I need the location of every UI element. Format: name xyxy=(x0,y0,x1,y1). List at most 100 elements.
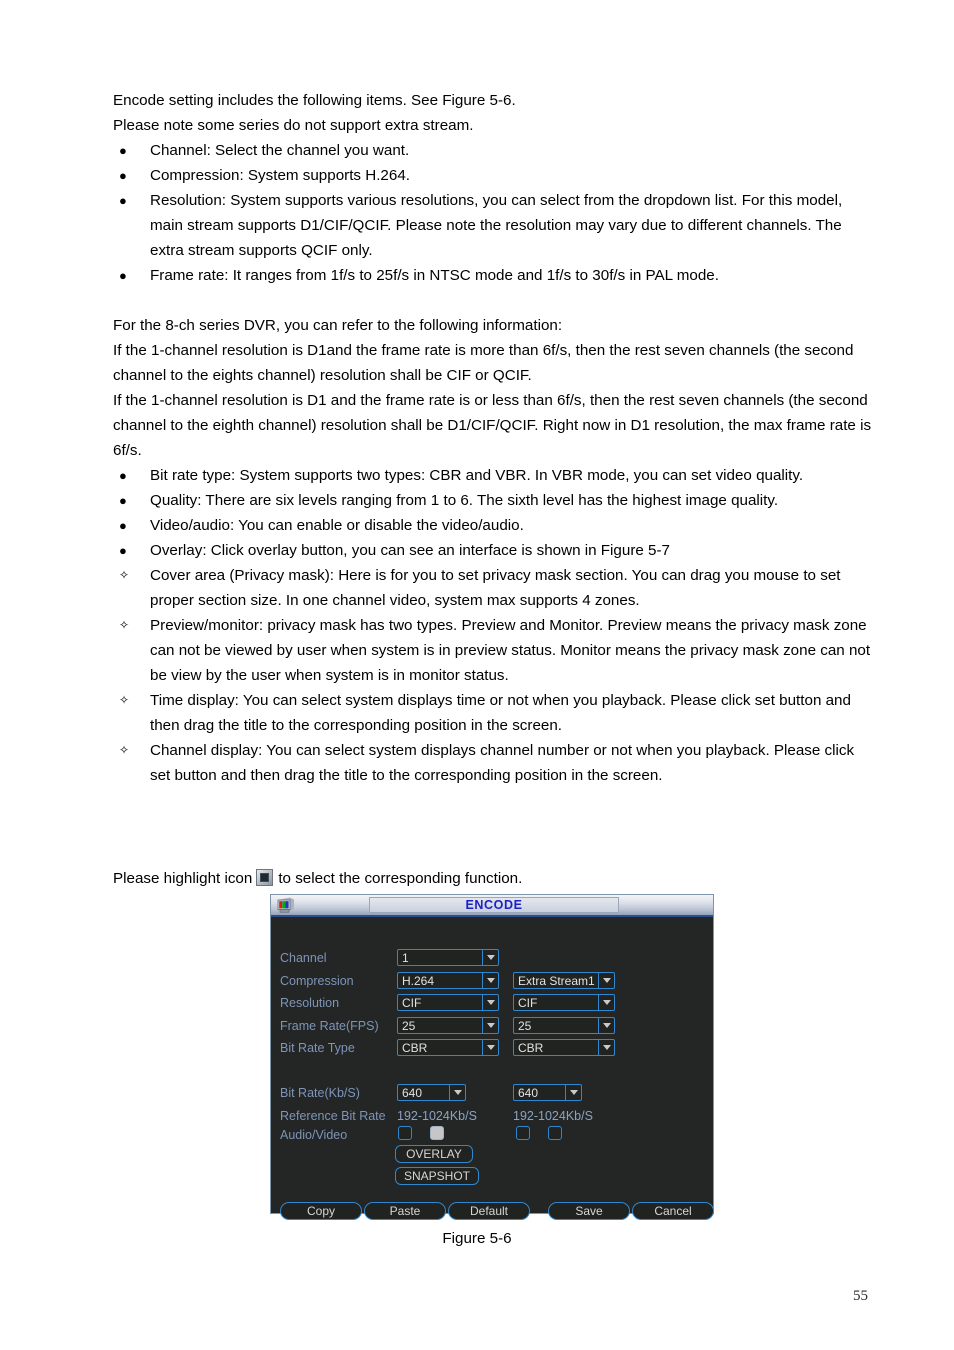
save-button[interactable]: Save xyxy=(548,1202,630,1220)
label-audio-video: Audio/Video xyxy=(280,1128,348,1142)
intro-line-1: Encode setting includes the following it… xyxy=(113,92,516,109)
middle-paragraph-2: If the 1-channel resolution is D1and the… xyxy=(113,342,854,384)
middle-paragraph-3: If the 1-channel resolution is D1 and th… xyxy=(113,392,872,459)
chevron-down-icon[interactable] xyxy=(482,995,498,1010)
label-reference-bit-rate: Reference Bit Rate xyxy=(280,1109,386,1123)
bullet-marker-icon: ● xyxy=(119,518,127,533)
chevron-down-icon[interactable] xyxy=(598,995,614,1010)
bullet-marker-icon: ● xyxy=(119,468,127,483)
bit-rate-type-value: CBR xyxy=(402,1040,428,1055)
resolution-value: CIF xyxy=(402,995,422,1010)
list-item-text: Time display: You can select system disp… xyxy=(150,692,851,734)
label-frame-rate: Frame Rate(FPS) xyxy=(280,1019,379,1033)
list-item: ✧ Preview/monitor: privacy mask has two t… xyxy=(113,613,873,688)
main-audio-checkbox[interactable] xyxy=(398,1126,412,1140)
channel-value: 1 xyxy=(402,950,409,965)
extra-bit-rate-value: 640 xyxy=(518,1085,539,1100)
reference-bit-rate-value-main: 192-1024Kb/S xyxy=(397,1109,477,1123)
snapshot-button[interactable]: SNAPSHOT xyxy=(395,1167,479,1185)
chevron-down-icon[interactable] xyxy=(565,1085,581,1100)
diamond-marker-icon: ✧ xyxy=(119,693,130,707)
extra-stream-dropdown[interactable]: Extra Stream1 xyxy=(513,972,615,989)
bullet-marker-icon: ● xyxy=(119,268,127,283)
frame-rate-value: 25 xyxy=(402,1018,416,1033)
extra-bit-rate-type-value: CBR xyxy=(518,1040,544,1055)
copy-button[interactable]: Copy xyxy=(280,1202,362,1220)
paste-button[interactable]: Paste xyxy=(364,1202,446,1220)
list-item: ● Frame rate: It ranges from 1f/s to 25f/… xyxy=(113,263,873,288)
manual-page: Encode setting includes the following it… xyxy=(0,0,954,1350)
encode-dialog: ENCODE Channel Compression Resolution Fr… xyxy=(270,894,714,1220)
list-item: ● Channel: Select the channel you want. xyxy=(113,138,873,163)
list-item: ● Bit rate type: System supports two type… xyxy=(113,463,873,488)
figure-caption: Figure 5-6 xyxy=(442,1230,512,1247)
list-item-text: Channel: Select the channel you want. xyxy=(150,142,410,159)
chevron-down-icon[interactable] xyxy=(598,973,614,988)
extra-frame-rate-value: 25 xyxy=(518,1018,532,1033)
bullet-marker-icon: ● xyxy=(119,168,127,183)
list-item: ● Video/audio: You can enable or disable … xyxy=(113,513,873,538)
extra-bit-rate-type-dropdown[interactable]: CBR xyxy=(513,1039,615,1056)
list-item-text: Resolution: System supports various reso… xyxy=(150,192,843,259)
dialog-body: Channel Compression Resolution Frame Rat… xyxy=(271,917,714,1220)
resolution-dropdown[interactable]: CIF xyxy=(397,994,499,1011)
list-item-text: Cover area (Privacy mask): Here is for y… xyxy=(150,567,841,609)
diamond-marker-icon: ✧ xyxy=(119,743,130,757)
dialog-title: ENCODE xyxy=(465,898,523,912)
compression-value: H.264 xyxy=(402,973,435,988)
chevron-down-icon[interactable] xyxy=(449,1085,465,1100)
bullet-marker-icon: ● xyxy=(119,493,127,508)
list-item: ✧ Cover area (Privacy mask): Here is for … xyxy=(113,563,873,613)
highlight-suffix-text: to select the corresponding function. xyxy=(278,870,523,887)
bit-rate-type-dropdown[interactable]: CBR xyxy=(397,1039,499,1056)
extra-resolution-dropdown[interactable]: CIF xyxy=(513,994,615,1011)
bullet-marker-icon: ● xyxy=(119,143,127,158)
list-item: ● Compression: System supports H.264. xyxy=(113,163,873,188)
compression-dropdown[interactable]: H.264 xyxy=(397,972,499,989)
chevron-down-icon[interactable] xyxy=(598,1018,614,1033)
list-item-text: Quality: There are six levels ranging fr… xyxy=(150,492,779,509)
chevron-down-icon[interactable] xyxy=(482,973,498,988)
chevron-down-icon[interactable] xyxy=(482,1018,498,1033)
list-item-text: Bit rate type: System supports two types… xyxy=(150,467,804,484)
document-body: Encode setting includes the following it… xyxy=(113,88,873,788)
main-video-checkbox[interactable] xyxy=(430,1126,444,1140)
highlight-prefix-text: Please highlight icon xyxy=(113,870,253,887)
frame-rate-dropdown[interactable]: 25 xyxy=(397,1017,499,1034)
list-item: ✧ Channel display: You can select system … xyxy=(113,738,873,788)
extra-resolution-value: CIF xyxy=(518,995,538,1010)
extra-video-checkbox[interactable] xyxy=(548,1126,562,1140)
reference-bit-rate-value-extra: 192-1024Kb/S xyxy=(513,1109,593,1123)
list-item: ✧ Time display: You can select system dis… xyxy=(113,688,873,738)
list-item-text: Video/audio: You can enable or disable t… xyxy=(150,517,524,534)
overlay-button[interactable]: OVERLAY xyxy=(395,1145,473,1163)
list-item: ● Quality: There are six levels ranging f… xyxy=(113,488,873,513)
chevron-down-icon[interactable] xyxy=(598,1040,614,1055)
label-bit-rate: Bit Rate(Kb/S) xyxy=(280,1086,360,1100)
list-item-text: Preview/monitor: privacy mask has two ty… xyxy=(150,617,871,684)
chevron-down-icon[interactable] xyxy=(482,1040,498,1055)
extra-frame-rate-dropdown[interactable]: 25 xyxy=(513,1017,615,1034)
bullet-marker-icon: ● xyxy=(119,193,127,208)
diamond-marker-icon: ✧ xyxy=(119,568,130,582)
list-item-text: Channel display: You can select system d… xyxy=(150,742,855,784)
extra-stream-value: Extra Stream1 xyxy=(518,973,595,988)
bullet-list-1: ● Channel: Select the channel you want. ●… xyxy=(113,138,873,288)
highlight-checkbox-icon xyxy=(256,869,274,886)
dialog-title-bar: ENCODE xyxy=(271,895,713,917)
highlight-instruction: Please highlight icon to select the corre… xyxy=(113,866,522,891)
cancel-button[interactable]: Cancel xyxy=(632,1202,714,1220)
label-bit-rate-type: Bit Rate Type xyxy=(280,1041,355,1055)
default-button[interactable]: Default xyxy=(448,1202,530,1220)
bit-rate-dropdown[interactable]: 640 xyxy=(397,1084,466,1101)
chevron-down-icon[interactable] xyxy=(482,950,498,965)
diamond-marker-icon: ✧ xyxy=(119,618,130,632)
extra-bit-rate-dropdown[interactable]: 640 xyxy=(513,1084,582,1101)
list-item-text: Frame rate: It ranges from 1f/s to 25f/s… xyxy=(150,267,719,284)
label-compression: Compression xyxy=(280,974,354,988)
extra-audio-checkbox[interactable] xyxy=(516,1126,530,1140)
monitor-icon xyxy=(276,897,295,914)
bullet-list-2: ● Bit rate type: System supports two type… xyxy=(113,463,873,788)
channel-dropdown[interactable]: 1 xyxy=(397,949,499,966)
